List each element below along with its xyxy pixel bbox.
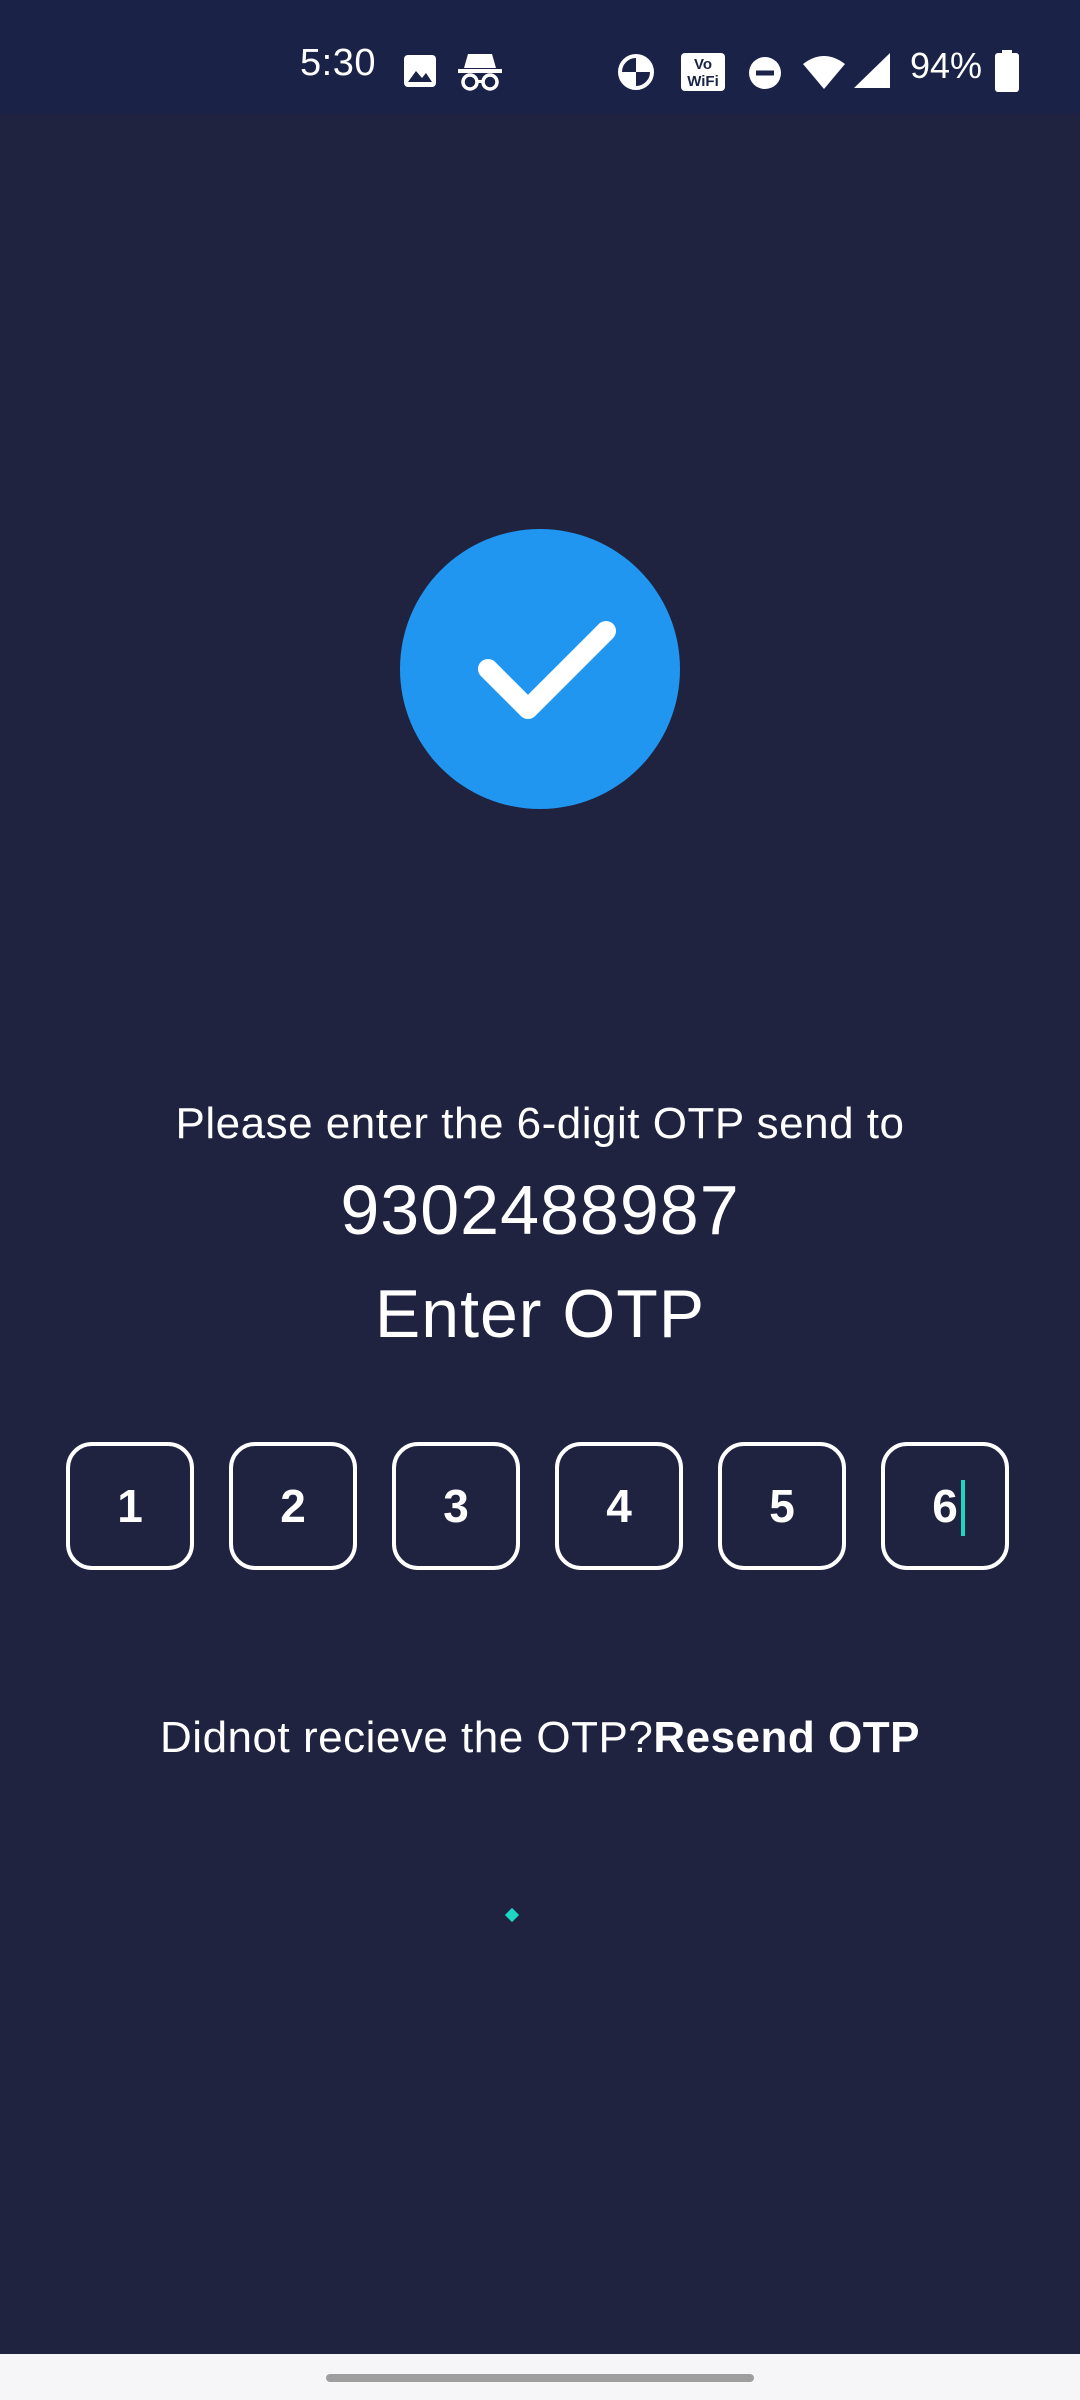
resend-question: Didnot recieve the OTP? xyxy=(160,1713,654,1762)
otp-prompt: Please enter the 6-digit OTP send to xyxy=(175,1099,905,1148)
otp-digit-value: 5 xyxy=(769,1480,795,1532)
otp-digit-3[interactable]: 3 xyxy=(392,1442,520,1570)
success-badge xyxy=(400,529,680,809)
otp-digit-2[interactable]: 2 xyxy=(229,1442,357,1570)
otp-digit-value: 2 xyxy=(280,1480,306,1532)
data-saver-icon xyxy=(616,52,656,97)
resend-row: Didnot recieve the OTP?Resend OTP xyxy=(0,1710,1080,1766)
vowifi-label-bottom: WiFi xyxy=(687,73,719,90)
phone-number: 9302488987 xyxy=(340,1171,740,1249)
check-icon xyxy=(478,621,616,719)
image-icon xyxy=(403,54,437,93)
signal-icon xyxy=(852,52,892,95)
page-title: Enter OTP xyxy=(374,1276,706,1352)
vowifi-label-top: Vo xyxy=(694,56,712,73)
status-time: 5:30 xyxy=(300,42,376,84)
otp-digit-4[interactable]: 4 xyxy=(555,1442,683,1570)
otp-digit-6[interactable]: 6 xyxy=(881,1442,1009,1570)
dnd-icon xyxy=(748,56,782,95)
otp-digit-value: 3 xyxy=(443,1480,469,1532)
text-cursor xyxy=(961,1480,965,1536)
otp-digit-value: 6 xyxy=(932,1480,958,1532)
navigation-bar xyxy=(0,2354,1080,2400)
battery-percent: 94% xyxy=(910,45,983,86)
otp-digit-value: 4 xyxy=(606,1480,632,1532)
vowifi-icon: Vo WiFi xyxy=(680,52,726,97)
otp-digit-1[interactable]: 1 xyxy=(66,1442,194,1570)
otp-digit-5[interactable]: 5 xyxy=(718,1442,846,1570)
resend-otp-link[interactable]: Resend OTP xyxy=(653,1713,920,1762)
battery-icon xyxy=(995,50,1019,97)
otp-digit-value: 1 xyxy=(117,1480,143,1532)
wifi-icon xyxy=(802,54,846,95)
status-bar: 5:30 Vo WiFi 94% xyxy=(0,0,1080,114)
loading-indicator xyxy=(504,1907,520,1923)
incognito-icon xyxy=(458,50,502,97)
home-gesture-handle[interactable] xyxy=(326,2374,754,2382)
